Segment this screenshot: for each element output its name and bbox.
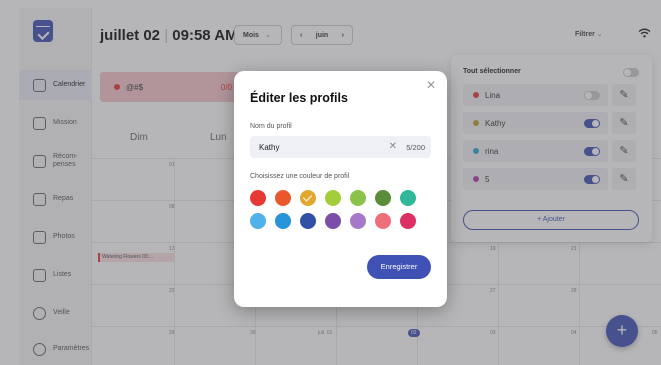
color-swatch-crimson[interactable] [400,213,416,229]
color-swatch-light-blue[interactable] [250,213,266,229]
close-icon[interactable]: ✕ [426,79,436,91]
color-swatch-purple[interactable] [325,213,341,229]
clear-input-icon[interactable]: ✕ [389,141,397,153]
color-swatch-lime[interactable] [325,190,341,206]
color-picker-label: Choisissez une couleur de profil [250,173,350,180]
color-swatch-orange[interactable] [275,190,291,206]
color-swatch-light-green[interactable] [350,190,366,206]
color-swatch-blue[interactable] [275,213,291,229]
save-button[interactable]: Enregistrer [367,255,431,279]
color-swatch-lavender[interactable] [350,213,366,229]
color-swatch-red[interactable] [250,190,266,206]
dialog-title: Éditer les profils [250,91,348,105]
profile-name-input[interactable]: Kathy ✕ 5/200 [250,136,431,158]
profile-name-label: Nom du profil [250,123,292,130]
color-swatch-olive[interactable] [375,190,391,206]
color-swatch-teal[interactable] [400,190,416,206]
color-swatch-indigo[interactable] [300,213,316,229]
edit-profile-dialog: ✕ Éditer les profils Nom du profil Kathy… [234,71,447,307]
color-swatch-salmon[interactable] [375,213,391,229]
char-counter: 5/200 [406,143,425,152]
color-swatch-gold-selected[interactable] [300,190,316,206]
